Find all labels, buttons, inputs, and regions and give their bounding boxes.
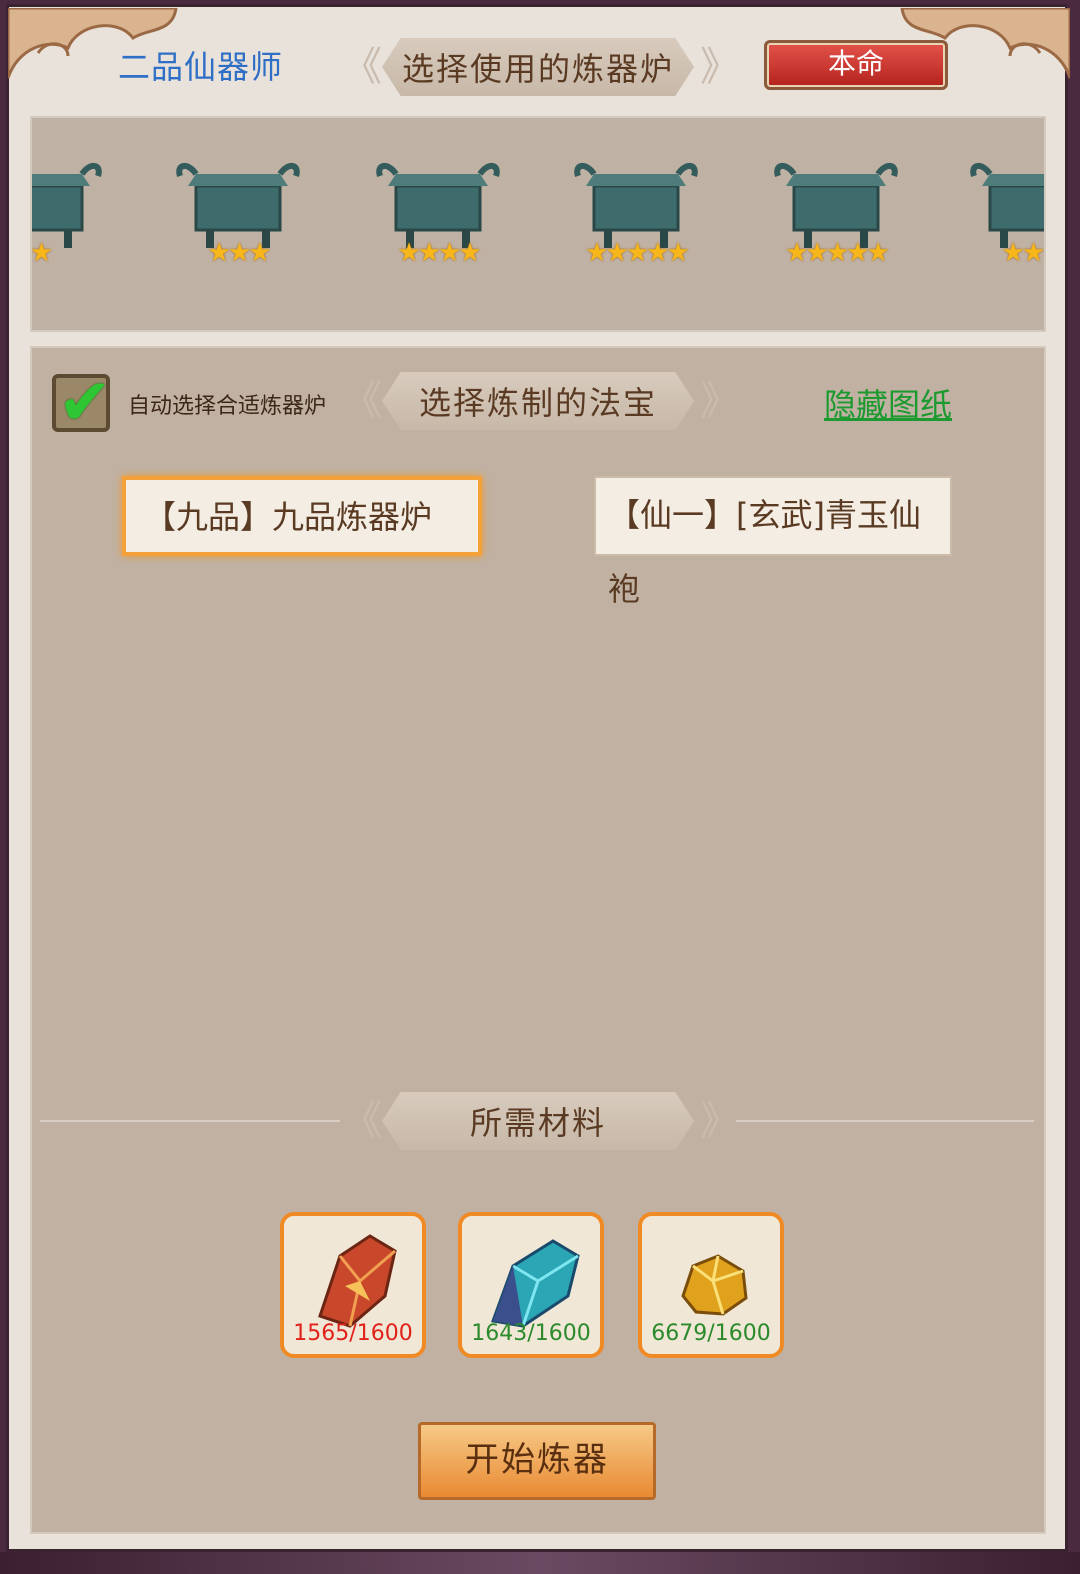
blue-crystal-icon <box>490 1239 580 1328</box>
furnace-slot[interactable]: ★★★★ <box>368 156 508 276</box>
materials-title: 所需材料 <box>469 1104 606 1142</box>
furnace-select-banner: 《 》 选择使用的炼器炉 <box>342 38 740 96</box>
rank-title: 二品仙器师 <box>118 48 284 86</box>
bottom-band <box>0 1552 1080 1574</box>
divider-line <box>736 1120 1034 1122</box>
treasure-select-title: 选择炼制的法宝 <box>418 384 657 422</box>
chevron-left-icon: 《 <box>342 378 382 424</box>
material-slot[interactable]: 6679/1600 <box>638 1212 784 1358</box>
material-count: 1643/1600 <box>471 1321 591 1346</box>
treasure-item[interactable]: 【仙一】[玄武]青玉仙袍 <box>594 476 952 608</box>
chevron-right-icon: 》 <box>700 378 740 424</box>
treasure-item[interactable]: 【九品】九品炼器炉 <box>122 476 482 556</box>
hide-blueprint-link[interactable]: 隐藏图纸 <box>824 380 952 426</box>
material-slot[interactable]: 1565/1600 <box>280 1212 426 1358</box>
checkmark-icon: ✔ <box>58 366 112 440</box>
chevron-right-icon: 》 <box>700 1098 740 1144</box>
auto-select-label: 自动选择合适炼器炉 <box>128 394 327 419</box>
material-count: 6679/1600 <box>651 1321 771 1346</box>
furnace-slot[interactable]: ★★★ <box>962 156 1044 276</box>
furnace-select-title: 选择使用的炼器炉 <box>401 50 674 88</box>
furnace-slot[interactable]: ★★★★★ <box>566 156 706 276</box>
furnace-slot[interactable]: ★ <box>30 156 110 276</box>
chevron-left-icon: 《 <box>342 44 382 90</box>
treasure-select-banner: 《 》 选择炼制的法宝 <box>342 372 740 430</box>
furnace-slot[interactable]: ★★★★★ <box>766 156 906 276</box>
material-count: 1565/1600 <box>293 1321 413 1346</box>
chevron-right-icon: 》 <box>700 44 740 90</box>
divider-line <box>40 1120 340 1122</box>
furnace-stars: ★★★★★ <box>785 238 890 268</box>
material-slot[interactable]: 1643/1600 <box>458 1212 604 1358</box>
furnace-carousel[interactable]: ★ ★★★ ★★★★ ★★★★★ ★★★★★ ★★ <box>30 116 1046 332</box>
furnace-slot[interactable]: ★★★ <box>168 156 308 276</box>
furnace-stars: ★★★★★ <box>585 238 690 268</box>
furnace-stars: ★★★★ <box>397 238 481 268</box>
auto-select-checkbox[interactable]: ✔ <box>52 366 112 440</box>
furnace-stars: ★ <box>30 238 53 268</box>
furnace-stars: ★★★ <box>207 238 272 268</box>
chevron-left-icon: 《 <box>342 1098 382 1144</box>
furnace-stars: ★★★ <box>1001 238 1044 268</box>
benming-button[interactable]: 本命 <box>764 40 948 90</box>
red-crystal-icon <box>318 1234 397 1328</box>
start-refining-button[interactable]: 开始炼器 <box>418 1422 656 1500</box>
materials-banner: 《 》 所需材料 <box>342 1092 740 1150</box>
gold-ore-icon <box>681 1254 748 1316</box>
